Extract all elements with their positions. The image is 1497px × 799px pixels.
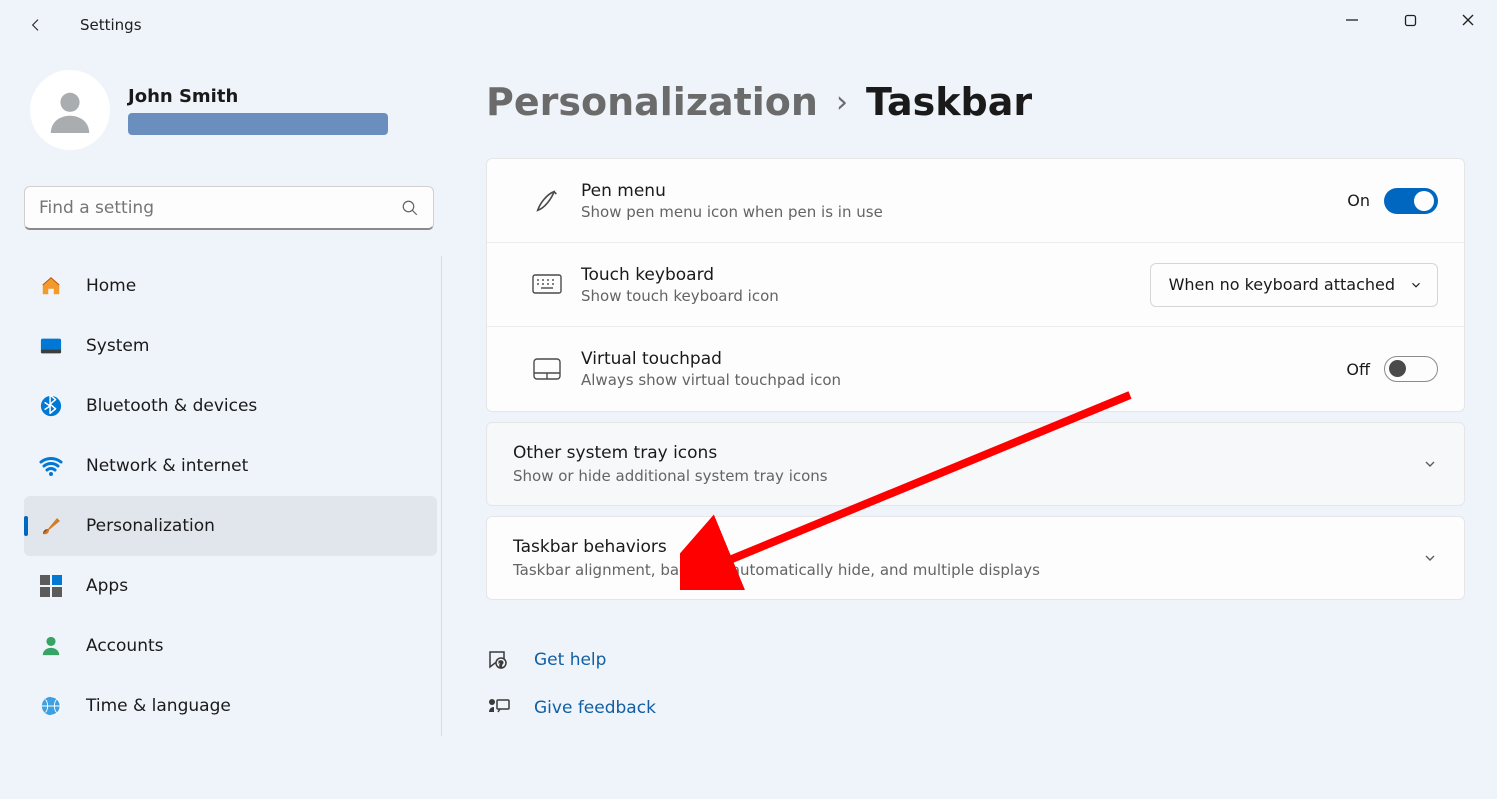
sidebar: John Smith Home System Bluetooth & devic… [0,70,450,736]
sidebar-item-label: System [86,336,149,356]
chevron-right-icon: › [836,85,848,120]
row-touch-keyboard: Touch keyboard Show touch keyboard icon … [487,243,1464,327]
window-controls [1323,0,1497,40]
row-sub: Show touch keyboard icon [581,287,1150,305]
expander-sub: Taskbar alignment, badging, automaticall… [513,561,1422,579]
row-title: Touch keyboard [581,265,1150,285]
main: Personalization › Taskbar Pen menu Show … [486,80,1465,732]
link-label: Get help [534,650,606,670]
nav: Home System Bluetooth & devices Network … [24,256,442,736]
sidebar-item-label: Network & internet [86,456,248,476]
row-sub: Show pen menu icon when pen is in use [581,203,1347,221]
person-icon [38,633,64,659]
chevron-down-icon [1409,278,1423,292]
expander-sub: Show or hide additional system tray icon… [513,467,1422,485]
sidebar-item-label: Bluetooth & devices [86,396,257,416]
give-feedback-link[interactable]: Give feedback [486,684,1465,732]
bluetooth-icon [38,393,64,419]
home-icon [38,273,64,299]
touchpad-icon [513,358,581,380]
brush-icon [38,513,64,539]
sidebar-item-label: Time & language [86,696,231,716]
expander-title: Taskbar behaviors [513,537,1422,557]
close-button[interactable] [1439,0,1497,40]
help-icon: ? [486,648,512,672]
maximize-button[interactable] [1381,0,1439,40]
app-title: Settings [80,16,142,34]
breadcrumb-current: Taskbar [866,80,1032,124]
chevron-down-icon [1422,456,1438,472]
avatar [30,70,110,150]
svg-text:?: ? [499,660,504,669]
apps-icon [38,573,64,599]
row-sub: Always show virtual touchpad icon [581,371,1346,389]
keyboard-icon [513,274,581,296]
system-icon [38,333,64,359]
expander-tray-icons[interactable]: Other system tray icons Show or hide add… [486,422,1465,506]
row-virtual-touchpad: Virtual touchpad Always show virtual tou… [487,327,1464,411]
touch-keyboard-dropdown[interactable]: When no keyboard attached [1150,263,1438,307]
dropdown-value: When no keyboard attached [1169,275,1395,294]
row-pen-menu: Pen menu Show pen menu icon when pen is … [487,159,1464,243]
clock-globe-icon [38,693,64,719]
user-email-redacted [128,113,388,135]
sidebar-item-label: Accounts [86,636,164,656]
sidebar-item-time[interactable]: Time & language [24,676,437,736]
sidebar-item-label: Apps [86,576,128,596]
sidebar-item-label: Personalization [86,516,215,536]
sidebar-item-apps[interactable]: Apps [24,556,437,616]
pen-icon [513,187,581,215]
sidebar-item-personalization[interactable]: Personalization [24,496,437,556]
chevron-down-icon [1422,550,1438,566]
sidebar-item-label: Home [86,276,136,296]
user-name: John Smith [128,86,388,107]
virtual-touchpad-toggle[interactable] [1384,356,1438,382]
toggle-state: Off [1346,360,1370,379]
minimize-button[interactable] [1323,0,1381,40]
breadcrumb: Personalization › Taskbar [486,80,1465,124]
feedback-icon [486,696,512,720]
pen-menu-toggle[interactable] [1384,188,1438,214]
search-input[interactable] [24,186,434,230]
expander-title: Other system tray icons [513,443,1422,463]
expander-taskbar-behaviors[interactable]: Taskbar behaviors Taskbar alignment, bad… [486,516,1465,600]
settings-card: Pen menu Show pen menu icon when pen is … [486,158,1465,412]
row-title: Virtual touchpad [581,349,1346,369]
sidebar-item-system[interactable]: System [24,316,437,376]
link-label: Give feedback [534,698,656,718]
get-help-link[interactable]: ? Get help [486,636,1465,684]
user-block[interactable]: John Smith [24,70,450,150]
footer-links: ? Get help Give feedback [486,636,1465,732]
titlebar: Settings [0,0,1497,50]
sidebar-item-accounts[interactable]: Accounts [24,616,437,676]
sidebar-item-bluetooth[interactable]: Bluetooth & devices [24,376,437,436]
search-icon [401,199,419,217]
back-button[interactable] [28,17,44,33]
search-field[interactable] [39,198,401,218]
breadcrumb-parent[interactable]: Personalization [486,80,818,124]
toggle-state: On [1347,191,1370,210]
sidebar-item-network[interactable]: Network & internet [24,436,437,496]
sidebar-item-home[interactable]: Home [24,256,437,316]
row-title: Pen menu [581,181,1347,201]
wifi-icon [38,453,64,479]
